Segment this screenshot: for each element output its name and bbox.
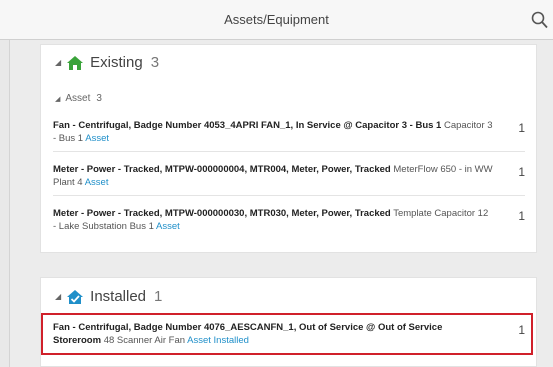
top-bar: Assets/Equipment [0, 0, 553, 40]
asset-group-header[interactable]: ◢ Asset 3 [55, 93, 102, 104]
item-title: Meter - Power - Tracked, MTPW-000000030,… [53, 208, 391, 219]
existing-header[interactable]: ◢ Existing 3 [55, 54, 159, 71]
installed-count: 1 [154, 288, 163, 305]
collapse-triangle-icon: ◢ [55, 292, 62, 301]
item-quantity: 1 [518, 165, 525, 179]
item-title: Fan - Centrifugal, Badge Number 4053_4AP… [53, 120, 442, 131]
house-check-icon [66, 289, 84, 305]
installed-section: ◢ Installed 1 Fan - Centrifugal, Badge N… [40, 277, 537, 367]
list-item[interactable]: Fan - Centrifugal, Badge Number 4053_4AP… [53, 119, 525, 145]
list-item[interactable]: Meter - Power - Tracked, MTPW-000000030,… [53, 207, 525, 233]
item-quantity: 1 [518, 323, 525, 337]
item-type-link[interactable]: Asset [156, 221, 180, 232]
list-item[interactable]: Meter - Power - Tracked, MTPW-000000004,… [53, 163, 525, 189]
existing-section: ◢ Existing 3 ◢ Asset 3 Fan - Centrifugal… [40, 44, 537, 253]
item-type-link[interactable]: Asset [85, 133, 109, 144]
installed-header[interactable]: ◢ Installed 1 [55, 288, 162, 305]
house-icon [66, 55, 84, 71]
collapse-triangle-icon: ◢ [55, 58, 62, 67]
divider [53, 151, 525, 152]
item-title: Meter - Power - Tracked, MTPW-000000004,… [53, 164, 391, 175]
list-item[interactable]: Fan - Centrifugal, Badge Number 4076_AES… [53, 321, 525, 347]
asset-group-label: Asset [65, 93, 91, 104]
collapse-triangle-icon: ◢ [55, 95, 61, 103]
item-type-link[interactable]: Asset [85, 177, 109, 188]
asset-group-count: 3 [96, 93, 102, 104]
item-detail: 48 Scanner Air Fan [103, 335, 186, 346]
item-quantity: 1 [518, 209, 525, 223]
existing-count: 3 [150, 54, 160, 71]
item-type-link[interactable]: Asset Installed [187, 335, 249, 346]
item-quantity: 1 [518, 121, 525, 135]
divider [53, 195, 525, 196]
existing-label: Existing [90, 54, 143, 71]
search-icon[interactable] [531, 10, 549, 30]
page-title: Assets/Equipment [224, 12, 329, 27]
installed-label: Installed [90, 288, 147, 305]
